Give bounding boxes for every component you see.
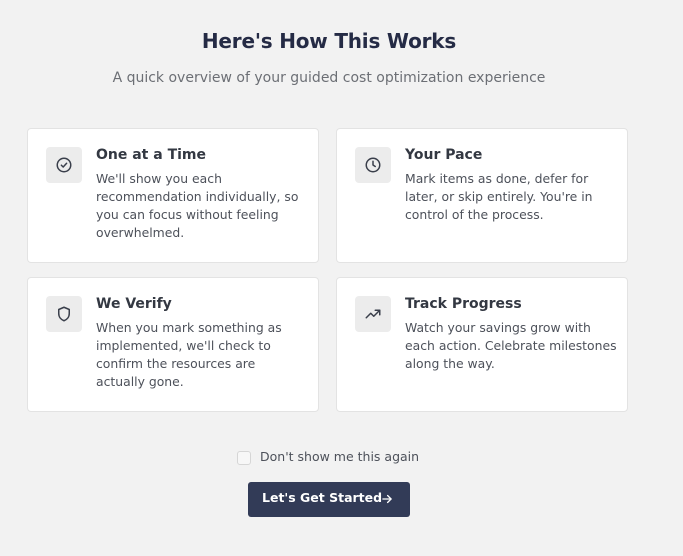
clock-icon <box>355 147 391 183</box>
feature-card-your-pace: Your Pace Mark items as done, defer for … <box>336 128 628 263</box>
dont-show-again-checkbox[interactable] <box>237 451 251 465</box>
feature-card-we-verify: We Verify When you mark something as imp… <box>27 277 319 412</box>
card-title: One at a Time <box>96 147 207 163</box>
card-description: Mark items as done, defer for later, or … <box>405 171 593 222</box>
card-description: Watch your savings grow with each action… <box>405 320 617 371</box>
arrow-right-icon <box>382 494 392 504</box>
card-description: We'll show you each recommendation indiv… <box>96 171 299 240</box>
trending-up-icon <box>355 296 391 332</box>
get-started-label: Let's Get Started <box>262 490 383 505</box>
card-title: Track Progress <box>405 296 522 312</box>
feature-card-one-at-a-time: One at a Time We'll show you each recomm… <box>27 128 319 263</box>
dont-show-again-label[interactable]: Don't show me this again <box>260 449 419 464</box>
shield-icon <box>46 296 82 332</box>
page-title: Here's How This Works <box>201 29 457 53</box>
check-circle-icon <box>46 147 82 183</box>
card-description: When you mark something as implemented, … <box>96 320 282 389</box>
get-started-button[interactable]: Let's Get Started <box>248 482 410 517</box>
dont-show-again-row[interactable]: Don't show me this again <box>237 446 419 466</box>
card-title: Your Pace <box>405 147 483 163</box>
feature-card-track-progress: Track Progress Watch your savings grow w… <box>336 277 628 412</box>
card-title: We Verify <box>96 296 172 312</box>
page-subtitle: A quick overview of your guided cost opt… <box>112 70 546 86</box>
